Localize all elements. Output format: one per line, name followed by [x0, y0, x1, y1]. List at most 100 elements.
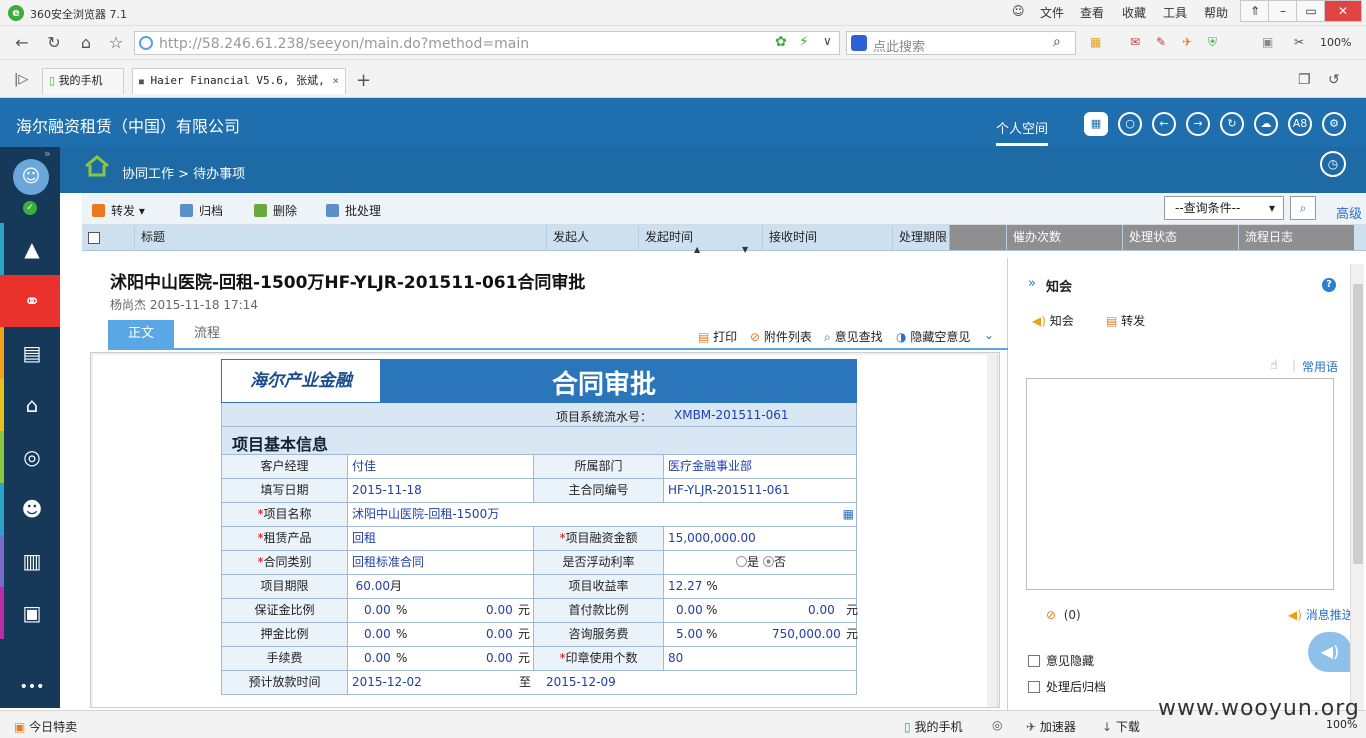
reload-icon[interactable]: ↻	[44, 33, 64, 53]
consult-amount-value[interactable]: 750,000.00	[772, 623, 841, 646]
lightning-icon[interactable]: ⚡	[799, 34, 809, 50]
expand-icon[interactable]: ⌄	[984, 328, 994, 342]
loan-from-value[interactable]: 2015-12-02	[348, 671, 508, 694]
plane-icon[interactable]: ✈	[1182, 35, 1192, 49]
seal-value[interactable]: 80	[664, 647, 858, 670]
navigate-icon[interactable]: ▲	[0, 223, 60, 275]
mail-icon[interactable]: ✉	[1130, 35, 1140, 49]
extension-icon[interactable]: ▣	[1262, 35, 1273, 49]
loan-to-value[interactable]: 2015-12-09	[542, 671, 698, 694]
hide-empty-button[interactable]: ◑ 隐藏空意见	[896, 328, 970, 345]
hide-opinion-checkbox[interactable]: 意见隐藏	[1028, 652, 1094, 669]
query-select[interactable]: --查询条件-- ▾	[1164, 196, 1284, 220]
advanced-link[interactable]: 高级	[1336, 203, 1362, 222]
back-icon[interactable]: ←	[12, 33, 32, 53]
lease-product-value[interactable]: 回租	[348, 527, 534, 550]
form-scrollbar[interactable]: ▲ ▼	[997, 355, 999, 707]
forward-button[interactable]: 转发 ▾	[92, 202, 145, 219]
avatar-icon[interactable]: ☺	[13, 159, 49, 195]
gear-icon[interactable]: ⚙	[1322, 112, 1346, 136]
collapse-icon[interactable]: »	[44, 147, 51, 160]
news-icon[interactable]: ▣	[0, 587, 60, 639]
menu-tools[interactable]: 工具	[1163, 4, 1187, 21]
minimize-button[interactable]: –	[1268, 0, 1298, 22]
col-title[interactable]: 标题	[134, 225, 546, 250]
voice-assistant-icon[interactable]: ◀)	[1308, 632, 1352, 672]
cloud-icon[interactable]: ☁	[1254, 112, 1278, 136]
term-value[interactable]: 60.00	[352, 575, 390, 598]
chart-icon[interactable]: ⌂	[0, 379, 60, 431]
archive-after-checkbox[interactable]: 处理后归档	[1028, 678, 1106, 695]
col-receive-time[interactable]: 接收时间	[762, 225, 892, 250]
attachment-count[interactable]: ⊘ (0)	[1046, 608, 1081, 622]
common-phrases-link[interactable]: 常用语	[1302, 358, 1338, 375]
clock-icon[interactable]: ◷	[1320, 151, 1346, 177]
thumbs-up-icon[interactable]: ☝	[1270, 358, 1278, 373]
more-icon[interactable]: •••	[0, 661, 60, 713]
col-flow-log[interactable]: 流程日志	[1238, 225, 1354, 250]
col-status[interactable]: 处理状态	[1122, 225, 1238, 250]
date-value[interactable]: 2015-11-18	[348, 479, 534, 502]
project-name-value[interactable]: 沭阳中山医院-回租-1500万 ▦	[348, 503, 858, 526]
tab-body[interactable]: 正文	[108, 320, 174, 350]
refresh-icon[interactable]: ↻	[1220, 112, 1244, 136]
search-input[interactable]: 点此搜索 ⌕	[846, 31, 1076, 55]
grid-icon[interactable]: ▦	[1084, 112, 1108, 136]
screenshot-icon[interactable]: ✂	[1294, 35, 1304, 49]
close-button[interactable]: ✕	[1324, 0, 1362, 22]
pin-button[interactable]: ⇑	[1240, 0, 1270, 22]
my-phone-link[interactable]: ▯ 我的手机	[904, 718, 962, 735]
yield-value[interactable]: 12.27	[668, 579, 702, 593]
search-icon[interactable]: ○	[1118, 112, 1142, 136]
panel-forward-button[interactable]: ▤ 转发	[1106, 312, 1145, 329]
menu-favorites[interactable]: 收藏	[1122, 4, 1146, 21]
deposit-ratio-value[interactable]: 0.00	[364, 599, 391, 622]
download-link[interactable]: ↓ 下载	[1102, 718, 1140, 735]
main-contract-value[interactable]: HF-YLJR-201511-061	[664, 479, 858, 502]
sidebar-toggle-icon[interactable]: |▷	[14, 72, 28, 87]
dept-value[interactable]: 医疗金融事业部	[664, 455, 858, 478]
back-icon[interactable]: ←	[1152, 112, 1176, 136]
refresh-speed-icon[interactable]: ✿	[775, 34, 787, 50]
book-icon[interactable]: ▥	[0, 535, 60, 587]
notify-button[interactable]: ◀) 知会	[1032, 312, 1074, 329]
share-icon[interactable]: ⚭	[0, 275, 60, 327]
float-yes-radio[interactable]	[736, 556, 748, 567]
forward-icon[interactable]: →	[1186, 112, 1210, 136]
zoom-level[interactable]: 100%	[1320, 36, 1351, 49]
collapse-panel-icon[interactable]: »	[1028, 276, 1036, 291]
contract-type-value[interactable]: 回租标准合同	[348, 551, 534, 574]
manager-value[interactable]: 付佳	[348, 455, 534, 478]
user-icon[interactable]: ☺	[1012, 4, 1025, 18]
delete-button[interactable]: 删除	[254, 202, 297, 219]
down-amount-value[interactable]: 0.00	[808, 599, 835, 622]
home-icon[interactable]	[84, 155, 110, 177]
translate-icon[interactable]: ✎	[1156, 35, 1166, 49]
menu-help[interactable]: 帮助	[1204, 4, 1228, 21]
maximize-button[interactable]: ▭	[1296, 0, 1326, 22]
lookup-icon[interactable]: ▦	[843, 503, 854, 526]
browser-icon[interactable]: ◎	[992, 718, 1002, 732]
close-tab-icon[interactable]: ×	[332, 69, 339, 93]
col-urge-count[interactable]: 催办次数	[1006, 225, 1122, 250]
fee-amount-value[interactable]: 0.00	[486, 647, 513, 670]
calendar-icon[interactable]: ▤	[0, 327, 60, 379]
batch-button[interactable]: 批处理	[326, 202, 381, 219]
search-icon[interactable]: ⌕	[1053, 34, 1061, 50]
print-button[interactable]: ▤ 打印	[698, 328, 737, 345]
menu-view[interactable]: 查看	[1080, 4, 1104, 21]
col-deadline[interactable]: 处理期限	[892, 225, 1006, 250]
deposit-amount-value[interactable]: 0.00	[486, 599, 513, 622]
accelerator-link[interactable]: ✈ 加速器	[1026, 718, 1076, 735]
contacts-icon[interactable]: ☻	[0, 483, 60, 535]
find-opinion-button[interactable]: ⌕ 意见查找	[824, 328, 883, 345]
query-search-button[interactable]: ⌕	[1290, 196, 1316, 220]
personal-space-tab[interactable]: 个人空间	[996, 118, 1049, 146]
checkbox-box[interactable]	[1028, 655, 1040, 667]
archive-button[interactable]: 归档	[180, 202, 223, 219]
a8-icon[interactable]: A8	[1288, 112, 1312, 136]
apps-icon[interactable]: ▦	[1090, 35, 1101, 49]
down-ratio-value[interactable]: 0.00	[676, 599, 703, 622]
undo-icon[interactable]: ↺	[1328, 72, 1340, 88]
col-sender[interactable]: 发起人	[546, 225, 638, 250]
